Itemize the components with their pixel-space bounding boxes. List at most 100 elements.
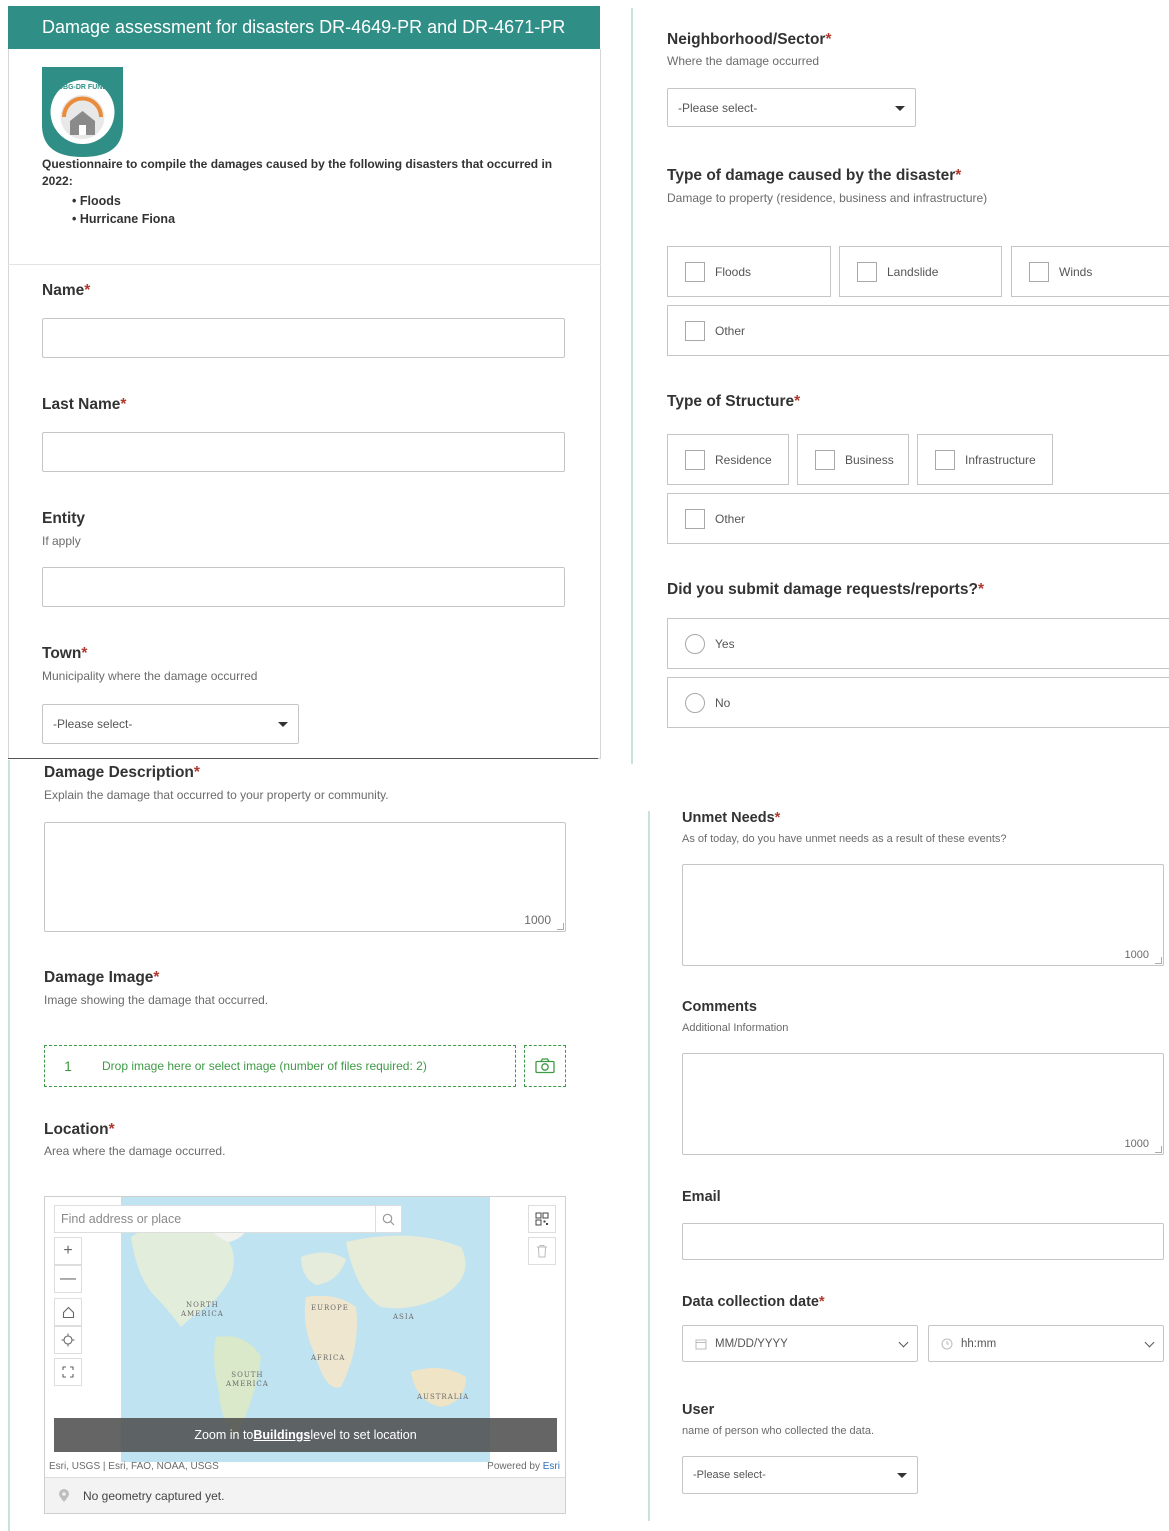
time-placeholder: hh:mm xyxy=(961,1337,997,1350)
structure-option-business[interactable]: Business xyxy=(797,434,909,485)
chevron-down-icon xyxy=(898,1337,909,1347)
email-label: Email xyxy=(682,1189,721,1205)
town-select[interactable]: -Please select- xyxy=(42,704,299,744)
neighborhood-description: Where the damage occurred xyxy=(667,54,820,68)
caret-down-icon xyxy=(278,722,288,727)
neighborhood-select[interactable]: -Please select- xyxy=(667,88,916,127)
locate-button[interactable] xyxy=(54,1326,82,1354)
comments-textarea[interactable]: 1000 xyxy=(682,1053,1164,1155)
neighborhood-label: Neighborhood/Sector* xyxy=(667,31,832,48)
label-south-america: SOUTH AMERICA xyxy=(226,1371,269,1388)
checkbox[interactable] xyxy=(1029,261,1049,282)
camera-icon xyxy=(535,1058,555,1074)
user-select[interactable]: -Please select- xyxy=(682,1456,918,1494)
location-help: Area where the damage occurred. xyxy=(44,1144,226,1158)
map-attribution: Esri, USGS | Esri, FAO, NOAA, USGS xyxy=(49,1461,219,1472)
caret-down-icon xyxy=(895,105,905,111)
resize-handle[interactable] xyxy=(1155,957,1162,964)
damage-type-option-floods[interactable]: Floods xyxy=(667,246,831,297)
damage-type-option-landslide[interactable]: Landslide xyxy=(839,246,1002,297)
submitted-reports-label: Did you submit damage requests/reports?* xyxy=(667,581,984,598)
last-name-label: Last Name* xyxy=(42,396,127,413)
label-europe: EUROPE xyxy=(311,1304,349,1312)
form-title: Damage assessment for disasters DR-4649-… xyxy=(8,6,600,49)
plus-icon: + xyxy=(63,1242,73,1259)
panel-divider xyxy=(648,811,650,1521)
damage-description-help: Explain the damage that occurred to your… xyxy=(44,788,389,802)
damage-type-option-winds[interactable]: Winds xyxy=(1011,246,1169,297)
checkbox[interactable] xyxy=(815,449,835,470)
unmet-needs-help: As of today, do you have unmet needs as … xyxy=(682,833,1007,845)
zoom-in-button[interactable]: + xyxy=(54,1237,82,1265)
checkbox[interactable] xyxy=(935,449,955,470)
damage-type-option-other[interactable]: Other xyxy=(667,305,1169,356)
zoom-hint-banner: Zoom in to Buildings level to set locati… xyxy=(54,1418,557,1452)
neighborhood-select-value: -Please select- xyxy=(678,100,758,115)
camera-button[interactable] xyxy=(524,1045,566,1087)
screenshot-divider xyxy=(8,758,598,759)
esri-link[interactable]: Esri xyxy=(543,1461,560,1472)
checkbox[interactable] xyxy=(857,261,877,282)
image-dropzone[interactable]: 1 Drop image here or select image (numbe… xyxy=(44,1045,516,1087)
damage-type-label: Type of damage caused by the disaster* xyxy=(667,167,962,184)
radio-button[interactable] xyxy=(685,633,705,654)
trash-icon xyxy=(537,1245,547,1258)
last-name-input[interactable] xyxy=(42,432,565,472)
clock-icon xyxy=(941,1338,953,1349)
map-search-input[interactable]: Find address or place xyxy=(54,1205,402,1233)
geometry-status-text: No geometry captured yet. xyxy=(83,1488,225,1503)
damage-description-textarea[interactable]: 1000 xyxy=(44,822,566,932)
structure-option-other[interactable]: Other xyxy=(667,493,1169,544)
intro-text: Questionnaire to compile the damages cau… xyxy=(42,157,553,188)
date-picker[interactable]: MM/DD/YYYY xyxy=(682,1325,918,1362)
unmet-needs-textarea[interactable]: 1000 xyxy=(682,864,1164,966)
user-help: name of person who collected the data. xyxy=(682,1425,875,1437)
location-label: Location* xyxy=(44,1121,115,1138)
location-map[interactable]: NORTH AMERICA EUROPE ASIA AFRICA SOUTH AME… xyxy=(44,1196,566,1514)
damage-image-label: Damage Image* xyxy=(44,969,160,986)
delete-location-button[interactable] xyxy=(528,1237,556,1265)
logo-text: CDBG-DR FUNDS xyxy=(53,84,112,91)
qr-code-button[interactable] xyxy=(528,1205,556,1233)
email-input[interactable] xyxy=(682,1223,1164,1260)
cdbg-dr-logo: CDBG-DR FUNDS xyxy=(42,67,123,157)
time-picker[interactable]: hh:mm xyxy=(928,1325,1164,1362)
label-north-america: NORTH AMERICA xyxy=(181,1301,224,1318)
structure-type-label: Type of Structure* xyxy=(667,393,801,410)
radio-button[interactable] xyxy=(685,692,705,713)
home-button[interactable] xyxy=(54,1298,82,1326)
qr-code-icon xyxy=(535,1212,549,1226)
geometry-status: No geometry captured yet. xyxy=(45,1477,565,1513)
checkbox[interactable] xyxy=(685,320,705,341)
resize-handle[interactable] xyxy=(1155,1146,1162,1153)
unmet-needs-label: Unmet Needs* xyxy=(682,810,781,826)
name-input[interactable] xyxy=(42,318,565,358)
label-asia: ASIA xyxy=(393,1313,415,1321)
collection-date-label: Data collection date* xyxy=(682,1294,825,1310)
search-button[interactable] xyxy=(375,1206,401,1232)
label-africa: AFRICA xyxy=(311,1354,346,1362)
fullscreen-button[interactable] xyxy=(54,1358,82,1386)
town-description: Municipality where the damage occurred xyxy=(42,669,258,683)
expand-icon xyxy=(62,1366,74,1378)
map-pin-icon xyxy=(59,1489,69,1502)
zoom-out-button[interactable]: — xyxy=(54,1265,82,1293)
user-label: User xyxy=(682,1402,715,1418)
entity-input[interactable] xyxy=(42,567,565,607)
structure-option-residence[interactable]: Residence xyxy=(667,434,789,485)
dropzone-number: 1 xyxy=(64,1058,72,1074)
submitted-option-no[interactable]: No xyxy=(667,677,1169,728)
checkbox[interactable] xyxy=(685,449,705,470)
disaster-item: Hurricane Fiona xyxy=(72,210,572,228)
chevron-down-icon xyxy=(1144,1337,1155,1347)
submitted-option-yes[interactable]: Yes xyxy=(667,618,1169,669)
town-label: Town* xyxy=(42,645,88,662)
comments-label: Comments xyxy=(682,999,757,1015)
structure-option-infrastructure[interactable]: Infrastructure xyxy=(917,434,1053,485)
name-label: Name* xyxy=(42,282,91,299)
buildings-link[interactable]: Buildings xyxy=(253,1428,310,1442)
resize-handle[interactable] xyxy=(557,923,564,930)
checkbox[interactable] xyxy=(685,508,705,529)
checkbox[interactable] xyxy=(685,261,705,282)
disaster-list: Floods Hurricane Fiona xyxy=(72,192,572,228)
